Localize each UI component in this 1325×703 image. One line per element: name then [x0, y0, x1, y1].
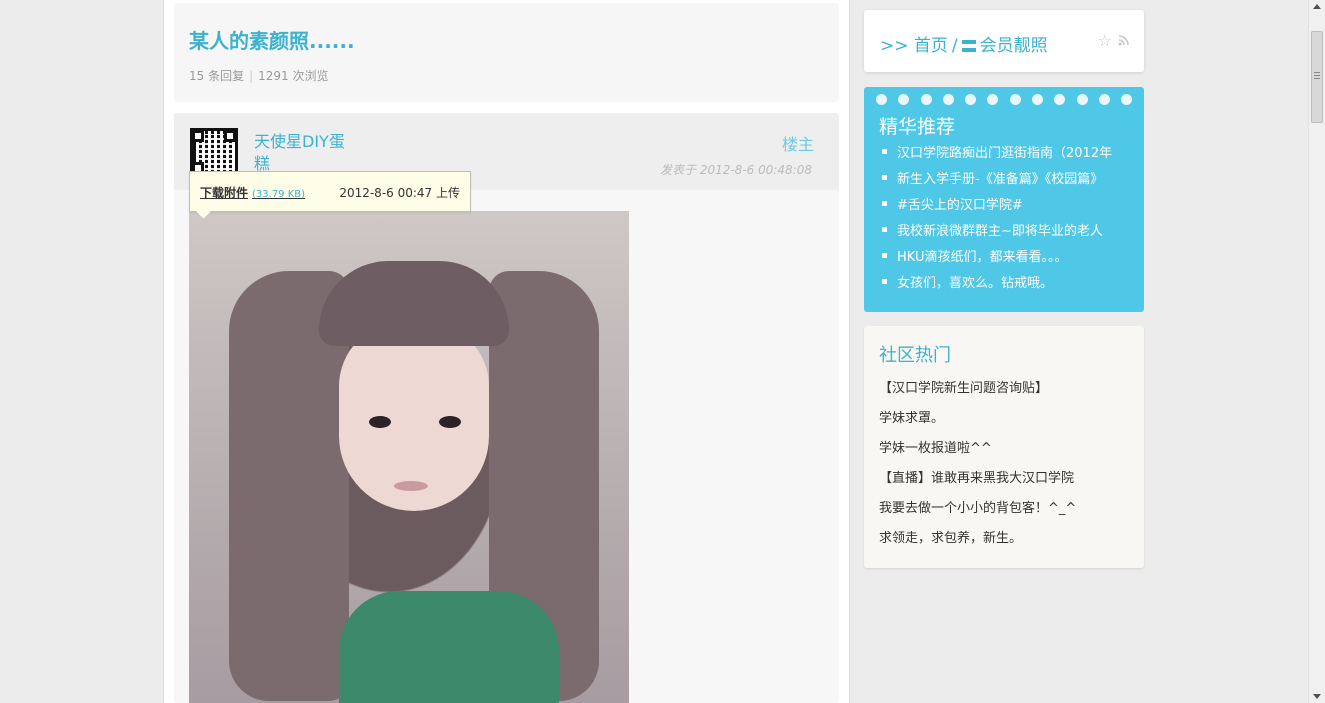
star-icon[interactable]: ☆ — [1098, 31, 1112, 50]
featured-panel: 精华推荐 汉口学院路痴出门逛街指南（2012年 新生入学手册-《准备篇》《校园篇… — [864, 87, 1144, 312]
hot-title: 社区热门 — [879, 345, 951, 366]
bangs — [319, 261, 509, 346]
featured-item[interactable]: 我校新浪微群群主~即将毕业的老人 — [882, 222, 1142, 248]
scroll-up-arrow-icon[interactable] — [1313, 4, 1321, 9]
featured-item[interactable]: 新生入学手册-《准备篇》《校园篇》 — [882, 170, 1142, 196]
attachment-tooltip: 下载附件 (33.79 KB) 2012-8-6 00:47 上传 — [189, 171, 471, 212]
qr-corner — [192, 130, 204, 142]
featured-item[interactable]: HKU滴孩纸们，都来看看。。。 — [882, 248, 1142, 274]
thread-title[interactable]: 某人的素颜照...... — [189, 25, 355, 54]
attachment-size: (33.79 KB) — [252, 189, 306, 200]
rss-icon[interactable] — [1118, 34, 1130, 46]
breadcrumb-box: >> 首页 / 会员靓照 ☆ — [864, 10, 1144, 72]
eye — [439, 416, 461, 428]
hot-item[interactable]: 学妹一枚报道啦^^ — [879, 439, 1076, 469]
decorative-dots — [876, 90, 1144, 109]
hot-item[interactable]: 【汉口学院新生问题咨询贴】 — [879, 379, 1076, 409]
hot-item[interactable]: 求领走，求包养，新生。 — [879, 529, 1076, 559]
author-name[interactable]: 天使星DIY蛋糕 — [254, 131, 354, 175]
eye — [369, 416, 391, 428]
menu-icon — [961, 40, 976, 52]
breadcrumb: >> 首页 / 会员靓照 — [880, 31, 1048, 56]
download-label[interactable]: 下载附件 — [200, 186, 248, 200]
breadcrumb-prefix: >> — [880, 36, 909, 56]
qr-code-avatar[interactable] — [190, 128, 238, 176]
floor-label: 楼主 — [781, 135, 814, 154]
stats-separator: | — [249, 69, 254, 83]
thread-stats: 15 条回复 | 1291 次浏览 — [189, 67, 329, 84]
thread-header: 某人的素颜照...... 15 条回复 | 1291 次浏览 — [174, 3, 839, 102]
post-image[interactable] — [189, 211, 629, 703]
qr-corner — [224, 130, 236, 142]
hot-panel: 社区热门 【汉口学院新生问题咨询贴】 学妹求罩。 学妹一枚报道啦^^ 【直播】谁… — [864, 326, 1144, 568]
lips — [394, 481, 428, 491]
view-count: 1291 次浏览 — [258, 69, 329, 83]
featured-title: 精华推荐 — [879, 116, 956, 138]
hot-item[interactable]: 【直播】谁敢再来黑我大汉口学院 — [879, 469, 1076, 499]
hot-list: 【汉口学院新生问题咨询贴】 学妹求罩。 学妹一枚报道啦^^ 【直播】谁敢再来黑我… — [879, 379, 1076, 559]
reply-count: 15 条回复 — [189, 69, 245, 83]
hot-item[interactable]: 我要去做一个小小的背包客！^_^ — [879, 499, 1076, 529]
breadcrumb-separator: / — [951, 36, 958, 56]
breadcrumb-home[interactable]: 首页 — [914, 36, 948, 56]
breadcrumb-section[interactable]: 会员靓照 — [980, 36, 1048, 56]
featured-list: 汉口学院路痴出门逛街指南（2012年 新生入学手册-《准备篇》《校园篇》 #舌尖… — [882, 144, 1142, 300]
vertical-scrollbar[interactable] — [1308, 0, 1325, 703]
featured-item[interactable]: 汉口学院路痴出门逛街指南（2012年 — [882, 144, 1142, 170]
scroll-down-arrow-icon[interactable] — [1313, 694, 1321, 699]
featured-item[interactable]: 女孩们，喜欢么。钻戒哦。 — [882, 274, 1142, 300]
upload-time: 2012-8-6 00:47 上传 — [339, 186, 460, 200]
scroll-thumb[interactable] — [1311, 31, 1323, 123]
hot-item[interactable]: 学妹求罩。 — [879, 409, 1076, 439]
post-time: 发表于 2012-8-6 00:48:08 — [660, 163, 812, 177]
featured-item[interactable]: #舌尖上的汉口学院# — [882, 196, 1142, 222]
shirt — [339, 591, 559, 703]
download-attachment-link[interactable]: 下载附件 (33.79 KB) — [200, 184, 305, 201]
